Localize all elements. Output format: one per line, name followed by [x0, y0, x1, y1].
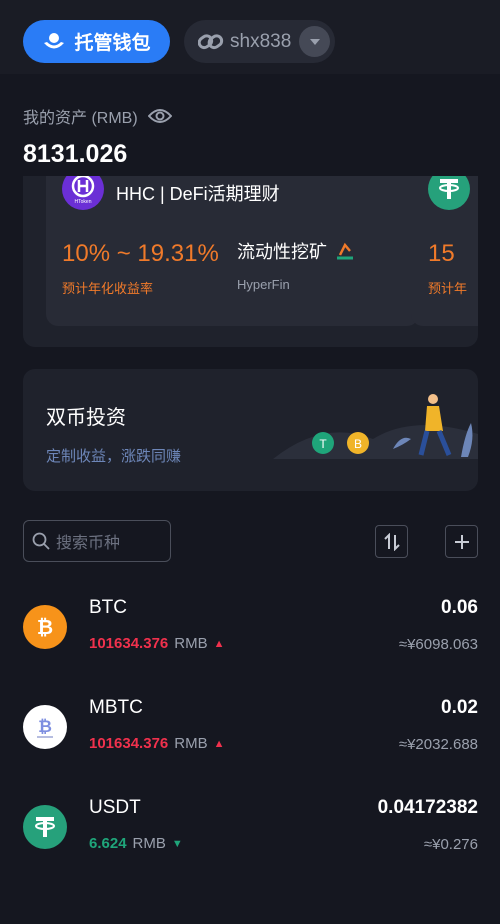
promo2-rate-label: 预计年: [428, 281, 468, 296]
dual-currency-card[interactable]: 双币投资 定制收益，涨跌同赚 T B: [23, 369, 478, 491]
promo-type-label: 流动性挖矿: [237, 242, 327, 262]
link-icon: [198, 33, 224, 49]
sort-button[interactable]: [375, 525, 408, 558]
promo-rate: 10% ~ 19.31%: [62, 240, 219, 267]
assets-label: 我的资产 (RMB): [23, 110, 138, 127]
hhc-logo-icon: HToken: [62, 176, 104, 210]
usdt-icon: [428, 176, 470, 210]
promo-card-usdt[interactable]: 15 预计年: [411, 176, 478, 326]
coin-row-usdt[interactable]: USDT 6.624 RMB ▼ 0.04172382 ≈¥0.276: [0, 797, 500, 895]
promo-card-hhc[interactable]: HToken HHC | DeFi活期理财 10% ~ 19.31% 预计年化收…: [46, 176, 419, 326]
add-coin-button[interactable]: [445, 525, 478, 558]
svg-text:₿: ₿: [38, 717, 52, 736]
coin-amount: 0.06: [441, 597, 478, 618]
eye-icon[interactable]: [147, 108, 172, 124]
coin-row-mbtc[interactable]: ₿ MBTC 101634.376 RMB ▲ 0.02 ≈¥2032.688: [0, 697, 500, 795]
coin-price-row: 101634.376 RMB ▲: [89, 735, 224, 752]
custody-wallet-button[interactable]: 托管钱包: [23, 20, 170, 63]
coin-value: ≈¥6098.063: [398, 636, 478, 653]
coin-price-row: 6.624 RMB ▼: [89, 835, 183, 852]
coin-value: ≈¥2032.688: [398, 736, 478, 753]
investment-illustration: T B: [273, 394, 478, 459]
dual-subtitle: 定制收益，涨跌同赚: [46, 448, 182, 465]
coin-price-unit: RMB: [174, 635, 208, 652]
dual-title: 双币投资: [46, 407, 126, 429]
promo-carousel[interactable]: HToken HHC | DeFi活期理财 10% ~ 19.31% 预计年化收…: [23, 176, 478, 347]
coin-row-btc[interactable]: ₿ BTC 101634.376 RMB ▲ 0.06 ≈¥6098.063: [0, 597, 500, 695]
chevron-down-icon[interactable]: [299, 26, 330, 57]
account-name: shx838: [230, 30, 292, 52]
coin-price: 101634.376: [89, 635, 169, 652]
search-icon: [32, 532, 50, 550]
svg-text:T: T: [319, 437, 327, 451]
promo2-rate: 15: [428, 240, 455, 267]
coin-price-unit: RMB: [174, 735, 208, 752]
usdt-icon: [23, 805, 67, 849]
sort-icon: [383, 532, 400, 551]
svg-text:B: B: [354, 437, 362, 451]
trend-up-icon: ▲: [213, 637, 225, 650]
trend-down-icon: ▼: [171, 837, 183, 850]
mining-icon: [337, 242, 353, 260]
custody-wallet-label: 托管钱包: [74, 33, 151, 54]
wallet-icon: [44, 32, 65, 48]
search-placeholder: 搜索币种: [56, 535, 121, 552]
btc-icon: ₿: [23, 605, 67, 649]
coin-price-row: 101634.376 RMB ▲: [89, 635, 224, 652]
coin-name: BTC: [89, 597, 127, 618]
trend-up-icon: ▲: [213, 737, 225, 750]
coin-price: 101634.376: [89, 735, 169, 752]
promo-provider: HyperFin: [237, 277, 290, 292]
coin-value: ≈¥0.276: [423, 836, 478, 853]
coin-name: USDT: [89, 797, 141, 818]
promo-title: HHC | DeFi活期理财: [116, 184, 280, 204]
mbtc-icon: ₿: [23, 705, 67, 749]
promo-rate-label: 预计年化收益率: [62, 281, 154, 296]
plus-icon: [454, 534, 469, 549]
account-selector[interactable]: shx838: [184, 20, 335, 63]
coin-price-unit: RMB: [132, 835, 166, 852]
top-bar: 托管钱包 shx838: [0, 0, 500, 74]
coin-amount: 0.02: [441, 697, 478, 718]
assets-label-row: 我的资产 (RMB): [23, 104, 172, 128]
total-assets-value: 8131.026: [23, 140, 128, 168]
coin-name: MBTC: [89, 697, 143, 718]
promo-type: 流动性挖矿: [237, 238, 355, 264]
hhc-logo-text: HToken: [75, 199, 92, 205]
coin-amount: 0.04172382: [377, 797, 478, 818]
coin-price: 6.624: [89, 835, 127, 852]
coin-search-input[interactable]: 搜索币种: [23, 520, 171, 562]
svg-text:₿: ₿: [37, 617, 53, 639]
